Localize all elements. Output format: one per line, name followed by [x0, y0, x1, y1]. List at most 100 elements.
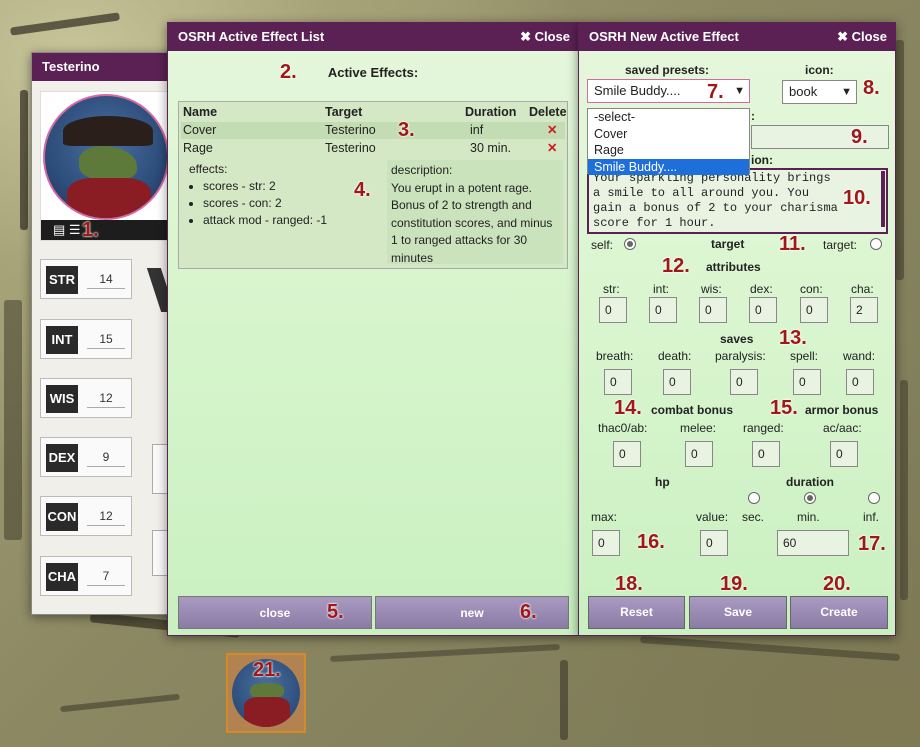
sec-label: sec.	[742, 510, 765, 524]
icon-select[interactable]: book ▼	[782, 80, 857, 104]
hp-heading: hp	[655, 475, 670, 489]
stat-cha-value[interactable]: 7	[87, 569, 125, 586]
effects-list: scores - str: 2 scores - con: 2 attack m…	[203, 178, 373, 229]
marker-20: 20.	[823, 573, 851, 595]
list-titlebar[interactable]: OSRH Active Effect List ✖ Close	[168, 23, 578, 51]
self-radio[interactable]	[624, 238, 636, 250]
marker-5: 5.	[327, 601, 344, 623]
stat-dex-value[interactable]: 9	[87, 450, 125, 467]
marker-8: 8.	[863, 77, 880, 99]
attr-con-input[interactable]: 0	[800, 297, 828, 323]
save-death-input[interactable]: 0	[663, 369, 691, 395]
marker-2: 2.	[280, 61, 297, 83]
character-sheet-window: Testerino ▤ ☰ STR 14 INT 15 WIS 12 DEX 9 CON…	[31, 52, 184, 615]
list-item: scores - str: 2	[203, 178, 373, 195]
marker-12: 12.	[662, 255, 690, 277]
presets-label: saved presets:	[625, 63, 710, 77]
duration-inf-radio[interactable]	[868, 492, 880, 504]
save-spell-input[interactable]: 0	[793, 369, 821, 395]
combat-bonus-heading: combat bonus	[651, 403, 734, 417]
duration-sec-radio[interactable]	[748, 492, 760, 504]
target-heading: target	[711, 237, 745, 251]
stat-dex: DEX 9	[40, 437, 132, 477]
thac0-input[interactable]: 0	[613, 441, 641, 467]
hp-max-input[interactable]: 0	[592, 530, 620, 556]
marker-16: 16.	[637, 531, 665, 553]
icon-label: icon:	[805, 63, 834, 77]
dropdown-option[interactable]: Cover	[588, 126, 749, 143]
save-paralysis-input[interactable]: 0	[730, 369, 758, 395]
name-input[interactable]	[751, 125, 889, 149]
new-active-effect-window: OSRH New Active Effect ✖ Close saved pre…	[578, 22, 896, 636]
dropdown-option[interactable]: -select-	[588, 109, 749, 126]
marker-17: 17.	[858, 533, 886, 555]
scrollbar[interactable]	[881, 171, 885, 227]
stat-int: INT 15	[40, 319, 132, 359]
stat-cha: CHA 7	[40, 556, 132, 596]
stat-wis-value[interactable]: 12	[87, 391, 125, 408]
new-button[interactable]: new	[375, 596, 569, 629]
reset-button[interactable]: Reset	[588, 596, 685, 629]
save-wand-input[interactable]: 0	[846, 369, 874, 395]
create-button[interactable]: Create	[790, 596, 888, 629]
marker-9: 9.	[851, 126, 868, 148]
effects-list-icon[interactable]: ▤ ☰	[41, 220, 171, 240]
delete-icon[interactable]: ✕	[547, 140, 557, 157]
inf-label: inf.	[863, 510, 880, 524]
list-close-button[interactable]: ✖ Close	[520, 23, 570, 51]
attr-int-input[interactable]: 0	[649, 297, 677, 323]
ac-input[interactable]: 0	[830, 441, 858, 467]
marker-4: 4.	[354, 179, 371, 201]
stat-str-value[interactable]: 14	[87, 272, 125, 289]
attr-wis-input[interactable]: 0	[699, 297, 727, 323]
stat-str: STR 14	[40, 259, 132, 299]
self-label: self:	[591, 238, 614, 252]
new-effect-title: OSRH New Active Effect	[589, 29, 739, 44]
ranged-input[interactable]: 0	[752, 441, 780, 467]
preset-select[interactable]: Smile Buddy.... ▼	[587, 79, 750, 103]
dropdown-option[interactable]: Rage	[588, 142, 749, 159]
marker-1: 1.	[82, 219, 99, 241]
target-radio[interactable]	[870, 238, 882, 250]
preset-dropdown: -select- Cover Rage Smile Buddy....	[587, 108, 750, 175]
dropdown-option[interactable]: Smile Buddy....	[588, 158, 749, 175]
value-label: value:	[696, 510, 729, 524]
stat-wis: WIS 12	[40, 378, 132, 418]
save-breath-input[interactable]: 0	[604, 369, 632, 395]
effects-table: Name Target Duration Delete Cover Tester…	[178, 101, 568, 269]
min-label: min.	[797, 510, 820, 524]
table-header: Name Target Duration Delete	[183, 105, 567, 119]
list-title: OSRH Active Effect List	[178, 29, 325, 44]
table-row[interactable]: Cover Testerino inf ✕	[181, 122, 565, 139]
saves-heading: saves	[720, 332, 754, 346]
avatar	[43, 94, 169, 220]
attr-str-input[interactable]: 0	[599, 297, 627, 323]
stat-con-value[interactable]: 12	[87, 509, 125, 526]
marker-7: 7.	[707, 81, 724, 103]
new-effect-titlebar[interactable]: OSRH New Active Effect ✖ Close	[579, 23, 895, 51]
character-portrait[interactable]: ▤ ☰	[40, 91, 172, 241]
new-effect-close-button[interactable]: ✖ Close	[837, 23, 887, 51]
target-option-label: target:	[823, 238, 858, 252]
stat-int-value[interactable]: 15	[87, 332, 125, 349]
hp-value-input[interactable]: 0	[700, 530, 728, 556]
armor-bonus-heading: armor bonus	[805, 403, 879, 417]
table-row[interactable]: Rage Testerino 30 min. ✕	[181, 140, 565, 157]
duration-input[interactable]: 60	[777, 530, 849, 556]
attr-cha-input[interactable]: 2	[850, 297, 878, 323]
description-detail: description: You erupt in a potent rage.…	[387, 160, 563, 265]
duration-heading: duration	[786, 475, 834, 489]
description-label: ion:	[751, 153, 773, 167]
close-icon: ✖	[837, 29, 848, 44]
sheet-title[interactable]: Testerino	[32, 53, 180, 81]
chevron-down-icon: ▼	[841, 86, 852, 98]
melee-input[interactable]: 0	[685, 441, 713, 467]
list-item: attack mod - ranged: -1	[203, 212, 373, 229]
delete-icon[interactable]: ✕	[547, 122, 557, 139]
active-effect-list-window: OSRH Active Effect List ✖ Close Active E…	[167, 22, 579, 636]
attr-dex-input[interactable]: 0	[749, 297, 777, 323]
close-icon: ✖	[520, 29, 531, 44]
save-button[interactable]: Save	[689, 596, 787, 629]
effects-detail: effects: scores - str: 2 scores - con: 2…	[183, 160, 379, 264]
duration-min-radio[interactable]	[804, 492, 816, 504]
